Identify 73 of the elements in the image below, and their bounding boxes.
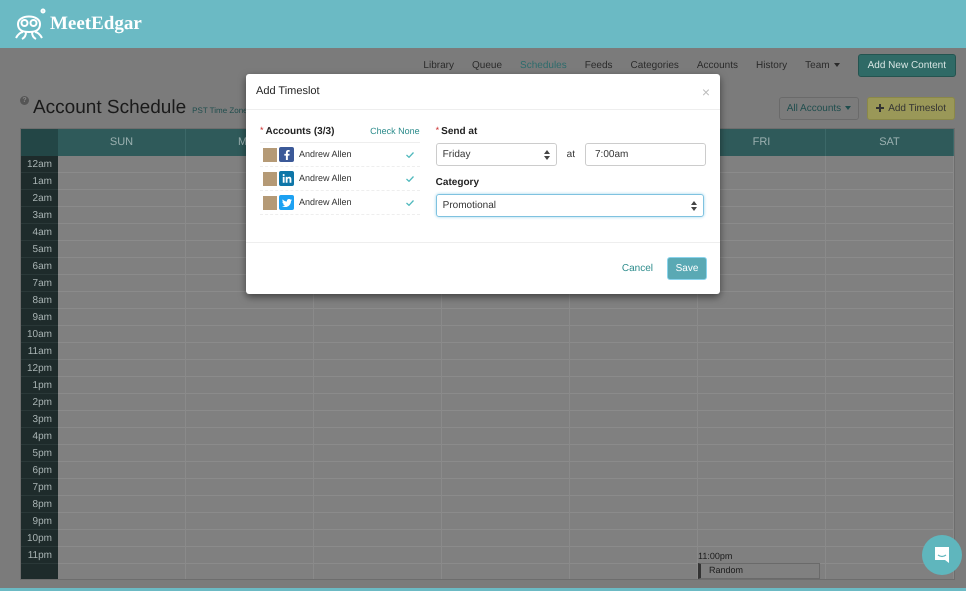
account-row[interactable]: Andrew Allen [260, 191, 420, 215]
hour-label: 4pm [32, 430, 52, 444]
add-new-content-button[interactable]: Add New Content [858, 54, 956, 76]
avatar-photo-placeholder [263, 196, 277, 210]
hour-label: 7pm [32, 480, 52, 494]
hour-label: 5am [32, 242, 52, 256]
check-none-link[interactable]: Check None [370, 124, 420, 138]
hour-label: 9am [32, 310, 52, 324]
hour-label: 3am [32, 208, 52, 222]
day-header: SAT [879, 135, 900, 150]
dialog-title: Add Timeslot [256, 84, 320, 100]
nav-link[interactable]: Queue [472, 58, 502, 72]
select-arrows-icon [544, 150, 550, 160]
hour-label: 9pm [32, 514, 52, 528]
send-at-label: Send at [441, 125, 478, 139]
account-filter-dropdown[interactable]: All Accounts [778, 96, 860, 120]
category-select[interactable]: Promotional [436, 194, 704, 217]
nav-link[interactable]: History [756, 58, 788, 72]
hour-label: 11pm [28, 548, 52, 562]
hour-label: 12pm [26, 362, 52, 376]
accounts-label: Accounts (3/3) [266, 125, 334, 139]
at-label: at [566, 148, 575, 162]
hour-label: 1am [32, 174, 52, 188]
nav-link[interactable]: Accounts [696, 58, 738, 72]
day-select[interactable]: Friday [436, 143, 557, 166]
nav-link[interactable]: Library [423, 58, 454, 72]
linkedin-icon [279, 171, 294, 186]
hour-label: 2am [32, 192, 52, 206]
account-row[interactable]: Andrew Allen [260, 167, 420, 191]
hour-label: 10pm [26, 532, 52, 546]
brand-name: MeetEdgar [50, 12, 142, 36]
event-time: 11:00pm [698, 550, 732, 563]
hour-label: 11am [28, 344, 52, 358]
hour-label: 5pm [32, 446, 52, 460]
time-input[interactable]: 7:00am [585, 143, 706, 166]
hour-label: 6pm [32, 464, 52, 478]
nav-link[interactable]: Feeds [584, 58, 613, 72]
account-name: Andrew Allen [299, 172, 353, 185]
add-timeslot-button[interactable]: Add Timeslot [867, 96, 955, 120]
required-mark: * [436, 124, 440, 137]
time-column-header [21, 129, 58, 156]
hour-label: 2pm [32, 396, 52, 410]
plus-icon [876, 104, 884, 112]
select-arrows-icon [690, 200, 697, 210]
account-name: Andrew Allen [299, 148, 353, 161]
avatar-photo-placeholder [263, 172, 277, 186]
account-name: Andrew Allen [299, 196, 353, 209]
chat-icon [933, 546, 951, 564]
day-header: SUN [110, 135, 134, 150]
cancel-link[interactable]: Cancel [622, 261, 653, 276]
close-button[interactable]: × [702, 84, 710, 98]
nav-link[interactable]: Categories [630, 58, 679, 72]
hour-label: 8am [32, 294, 52, 308]
save-button[interactable]: Save [667, 257, 707, 280]
hour-label: 12am [26, 158, 52, 172]
category-label: Category [436, 176, 480, 190]
required-mark: * [260, 124, 264, 137]
hour-label: 10am [26, 328, 52, 342]
bird-icon [279, 195, 294, 210]
nav-link[interactable]: Team [805, 58, 840, 72]
page-title: Account Schedule [33, 96, 186, 120]
facebook-icon [279, 147, 294, 162]
event-card[interactable]: Random [698, 563, 820, 579]
hour-label: 3pm [32, 412, 52, 426]
day-header: FRI [752, 135, 770, 150]
avatar-photo-placeholder [263, 148, 277, 162]
hour-label: 7am [32, 276, 52, 290]
hour-label: 8pm [32, 498, 52, 512]
hour-label: 1pm [32, 378, 52, 392]
account-row[interactable]: Andrew Allen [260, 143, 420, 167]
hour-label: 4am [32, 226, 52, 240]
hour-label: 6am [32, 260, 52, 274]
caret-icon [845, 106, 852, 110]
